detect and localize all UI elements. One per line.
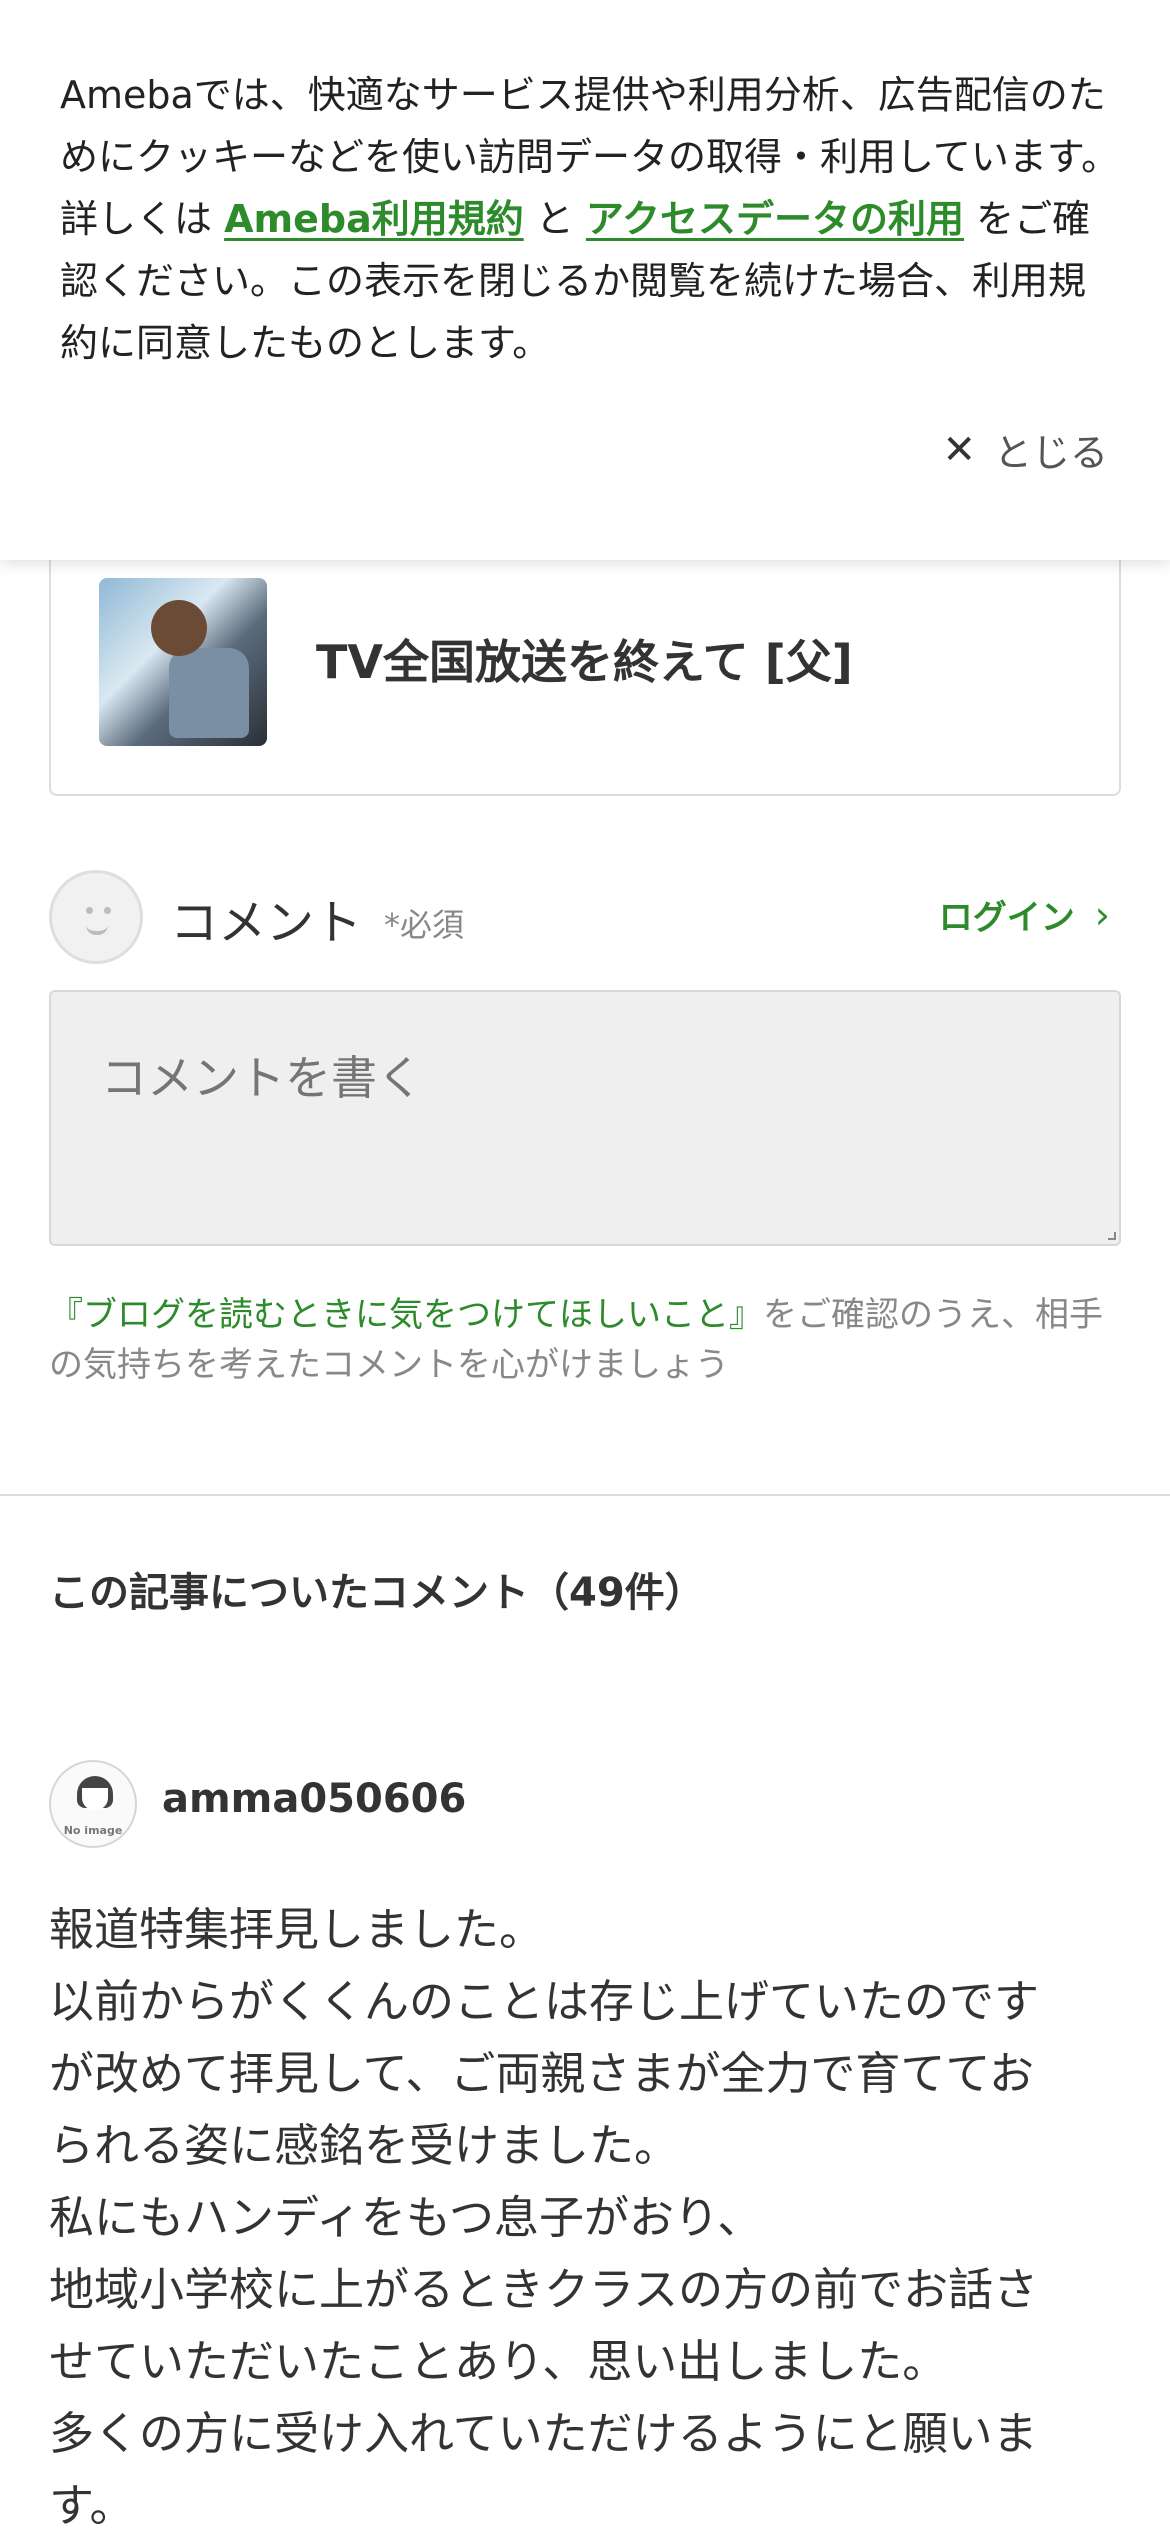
default-avatar-icon	[49, 870, 143, 964]
comment-guideline: 『ブログを読むときに気をつけてほしいこと』をご確認のうえ、相手の気持ちを考えたコ…	[49, 1290, 1121, 1390]
comment-line: 報道特集拝見しました。	[49, 1903, 545, 1956]
comment-line: せていただいたことあり、思い出しました。	[49, 2335, 948, 2388]
comment-line: が改めて拝見して、ご両親さまが全力で育ててお	[49, 2047, 1035, 2100]
login-link[interactable]: ログイン ›	[939, 890, 1110, 939]
close-icon: ✕	[942, 426, 976, 473]
comment-line: 私にもハンディをもつ息子がおり、	[49, 2191, 763, 2244]
section-divider	[0, 1494, 1170, 1496]
comment-line: す。	[49, 2479, 135, 2532]
resize-handle-icon[interactable]	[1108, 1232, 1116, 1240]
comment-line: 以前からがくくんのことは存じ上げていたのです	[49, 1975, 1040, 2028]
comments-heading: この記事についたコメント（49件）	[49, 1570, 705, 1616]
close-label: とじる	[993, 431, 1108, 475]
article-thumbnail	[99, 578, 267, 746]
comment-textarea[interactable]	[49, 990, 1121, 1246]
terms-link[interactable]: Ameba利用規約	[224, 197, 524, 241]
related-article-card[interactable]: TV全国放送を終えて [父]	[49, 520, 1121, 796]
article-title: TV全国放送を終えて [父]	[316, 635, 853, 689]
access-data-link[interactable]: アクセスデータの利用	[586, 197, 964, 241]
commenter-name[interactable]: amma050606	[162, 1776, 466, 1822]
comment-line: 多くの方に受け入れていただけるようにと願いま	[49, 2407, 1038, 2460]
comment-form-label: コメント	[170, 895, 363, 951]
cookie-consent-text: Amebaでは、快適なサービス提供や利用分析、広告配信のためにクッキーなどを使い…	[60, 64, 1120, 374]
comment-body: 報道特集拝見しました。 以前からがくくんのことは存じ上げていたのです が改めて拝…	[49, 1894, 1129, 2542]
guideline-link[interactable]: 『ブログを読むときに気をつけてほしいこと』	[49, 1295, 763, 1335]
commenter-avatar[interactable]: No image	[49, 1760, 137, 1848]
login-label: ログイン	[938, 898, 1075, 938]
close-banner-button[interactable]: ✕ とじる	[942, 422, 1108, 477]
chevron-right-icon: ›	[1094, 892, 1110, 937]
comment-line: 地域小学校に上がるときクラスの方の前でお話さ	[49, 2263, 1039, 2316]
avatar-placeholder-label: No image	[63, 1824, 123, 1837]
required-indicator: *必須	[384, 906, 465, 944]
cookie-text-and: と	[523, 197, 586, 241]
comment-line: られる姿に感銘を受けました。	[49, 2119, 680, 2172]
cookie-consent-banner: Amebaでは、快適なサービス提供や利用分析、広告配信のためにクッキーなどを使い…	[0, 0, 1170, 560]
